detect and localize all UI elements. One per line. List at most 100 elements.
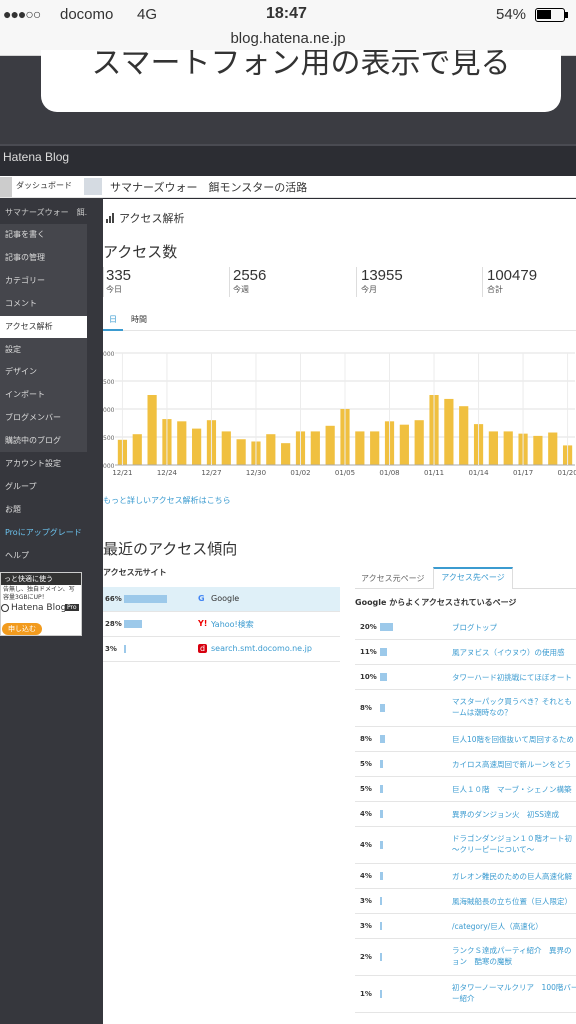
sidebar-item-settings[interactable]: 設定 [0, 339, 87, 361]
source-bar [124, 645, 126, 653]
chart-tabs: 日 時間 [103, 311, 576, 331]
sidebar-item-upgrade[interactable]: Proにアップグレード [0, 522, 87, 544]
page-bar [380, 897, 382, 905]
signal-strength-icon: ●●●○○ [3, 6, 41, 22]
page-row[interactable]: 3% /category/巨人（高速化） [355, 914, 576, 939]
page-title-link[interactable]: ランクＳ達成パーティ紹介 異界の ョン 酷寒の魔獣 [452, 945, 576, 967]
hatena-blog-logo[interactable]: Hatena Blog [3, 150, 69, 164]
chart-bar[interactable] [132, 434, 142, 465]
tab-hourly[interactable]: 時間 [127, 311, 151, 331]
chart-bar[interactable] [503, 431, 513, 465]
chart-bar[interactable] [177, 421, 187, 465]
page-row[interactable]: 2% ランクＳ達成パーティ紹介 異界の ョン 酷寒の魔獣 [355, 939, 576, 976]
page-row[interactable]: 20% ブログトップ [355, 615, 576, 640]
sidebar-blog-name[interactable]: サマナーズウォー 餌... [0, 202, 87, 224]
page-title-link[interactable]: ブログトップ [452, 622, 576, 633]
chart-bar[interactable] [221, 431, 231, 465]
url-text: blog.hatena.ne.jp [230, 30, 346, 47]
chart-bar[interactable] [370, 431, 380, 465]
source-row[interactable]: 66% G Google [103, 587, 340, 612]
page-row[interactable]: 5% カイロス高速周回で新ルーンをどう [355, 752, 576, 777]
tab-daily[interactable]: 日 [103, 311, 123, 331]
avatar[interactable] [0, 177, 12, 197]
page-title-link[interactable]: /category/巨人（高速化） [452, 921, 576, 932]
page-percent: 1% [360, 990, 372, 998]
chart-bar[interactable] [147, 395, 157, 465]
smartphone-view-banner[interactable]: スマートフォン用の表示で見る [41, 50, 561, 112]
source-row[interactable]: 3% d search.smt.docomo.ne.jp [103, 637, 340, 662]
page-bar [380, 735, 386, 743]
sidebar-item-group[interactable]: グループ [0, 476, 87, 498]
pro-badge: Pro [65, 604, 79, 611]
sidebar-item-import[interactable]: インポート [0, 384, 87, 406]
page-row[interactable]: 3% 風海賊船長の立ち位置（巨人限定） [355, 889, 576, 914]
chart-bar[interactable] [325, 425, 335, 465]
source-name[interactable]: search.smt.docomo.ne.jp [211, 644, 312, 653]
chart-bar[interactable] [399, 424, 409, 465]
chart-bar[interactable] [414, 420, 424, 465]
sidebar-item-design[interactable]: デザイン [0, 361, 87, 383]
analytics-bar-icon [106, 213, 115, 223]
page-row[interactable]: 10% タワーハード初挑戦にてほぼオート [355, 665, 576, 690]
sidebar-item-help[interactable]: ヘルプ [0, 545, 87, 567]
page-row[interactable]: 5% 巨人１０階 マーブ・シェノン構築 [355, 777, 576, 802]
sidebar-item-write[interactable]: 記事を書く [0, 224, 87, 246]
more-analytics-link[interactable]: もっと詳しいアクセス解析はこちら [103, 495, 231, 506]
chart-bar[interactable] [444, 398, 454, 465]
chart-bar[interactable] [281, 443, 291, 465]
chart-bar[interactable] [488, 431, 498, 465]
chart-bar[interactable] [236, 439, 246, 465]
tab-referrer-pages[interactable]: アクセス元ページ [361, 573, 424, 584]
page-title-link[interactable]: タワーハード初挑戦にてほぼオート [452, 672, 576, 683]
page-bar [380, 810, 383, 818]
source-name[interactable]: Google [211, 594, 239, 603]
chart-bar[interactable] [192, 428, 202, 465]
page-row[interactable]: 11% 風アヌビス（イウヌウ）の使用感 [355, 640, 576, 665]
sidebar-item-analytics[interactable]: アクセス解析 [0, 316, 87, 338]
page-title-link[interactable]: 巨人10階を回復抜いて周回するため [452, 734, 576, 745]
page-bar [380, 623, 393, 631]
page-title-link[interactable]: 風海賊船長の立ち位置（巨人限定） [452, 896, 576, 907]
page-title-link[interactable]: 異界のダンジョン火 初SS達成 [452, 809, 576, 820]
chart-bar[interactable] [548, 432, 558, 465]
docomo-icon: d [198, 644, 208, 653]
sidebar-item-members[interactable]: ブログメンバー [0, 407, 87, 429]
sidebar-item-category[interactable]: カテゴリー [0, 270, 87, 292]
chart-bar[interactable] [355, 431, 365, 465]
page-row[interactable]: 4% ガレオン難民のための巨人高速化解 [355, 864, 576, 889]
page-row[interactable]: 8% マスターパック買うべき？それとも ームは潮時なの？ [355, 690, 576, 727]
chart-x-tick-label: 01/20 [557, 469, 576, 477]
page-tabs: アクセス元ページ アクセス先ページ [355, 567, 576, 589]
blog-icon[interactable] [84, 178, 102, 195]
chart-bar[interactable] [310, 431, 320, 465]
page-title-link[interactable]: 風アヌビス（イウヌウ）の使用感 [452, 647, 576, 658]
chart-bar[interactable] [533, 435, 543, 465]
page-row[interactable]: 4% ドラゴンダンジョン１０階オート初 〜クリーピーについて〜 [355, 827, 576, 864]
page-row[interactable]: 4% 異界のダンジョン火 初SS達成 [355, 802, 576, 827]
sidebar-item-topics[interactable]: お題 [0, 499, 87, 521]
page-title-link[interactable]: ドラゴンダンジョン１０階オート初 〜クリーピーについて〜 [452, 833, 576, 855]
page-row[interactable]: 8% 巨人10階を回復抜いて周回するため [355, 727, 576, 752]
dashboard-link[interactable]: ダッシュボード [16, 180, 72, 191]
chart-bar[interactable] [266, 434, 276, 465]
sidebar-item-manage[interactable]: 記事の管理 [0, 247, 87, 269]
chart-bar[interactable] [459, 406, 469, 465]
page-percent: 10% [360, 673, 377, 681]
page-bar [380, 785, 384, 793]
page-title-link[interactable]: ガレオン難民のための巨人高速化解 [452, 871, 576, 882]
page-title-link[interactable]: 初タワーノーマルクリア 100階バー ー紹介 [452, 982, 576, 1004]
page-title-link[interactable]: マスターパック買うべき？それとも ームは潮時なの？ [452, 696, 576, 718]
source-row[interactable]: 28% Y! Yahoo!検索 [103, 612, 340, 637]
tab-landing-pages[interactable]: アクセス先ページ [433, 567, 513, 589]
blog-title-link[interactable]: サマナーズウォー 餌モンスターの活路 [110, 179, 307, 195]
pro-signup-button[interactable]: 申し込む [2, 623, 42, 635]
page-bar [380, 760, 384, 768]
sidebar-item-subscriptions[interactable]: 購読中のブログ [0, 430, 87, 452]
access-chart: 00050000050000012/21 12/24 12/27 12/30 01/02… [103, 351, 576, 477]
sidebar-item-account[interactable]: アカウント設定 [0, 453, 87, 475]
page-row[interactable]: 1% 初タワーノーマルクリア 100階バー ー紹介 [355, 976, 576, 1013]
source-name[interactable]: Yahoo!検索 [211, 619, 254, 630]
page-title-link[interactable]: カイロス高速周回で新ルーンをどう [452, 759, 576, 770]
sidebar-item-comment[interactable]: コメント [0, 293, 87, 315]
page-title-link[interactable]: 巨人１０階 マーブ・シェノン構築 [452, 784, 576, 795]
